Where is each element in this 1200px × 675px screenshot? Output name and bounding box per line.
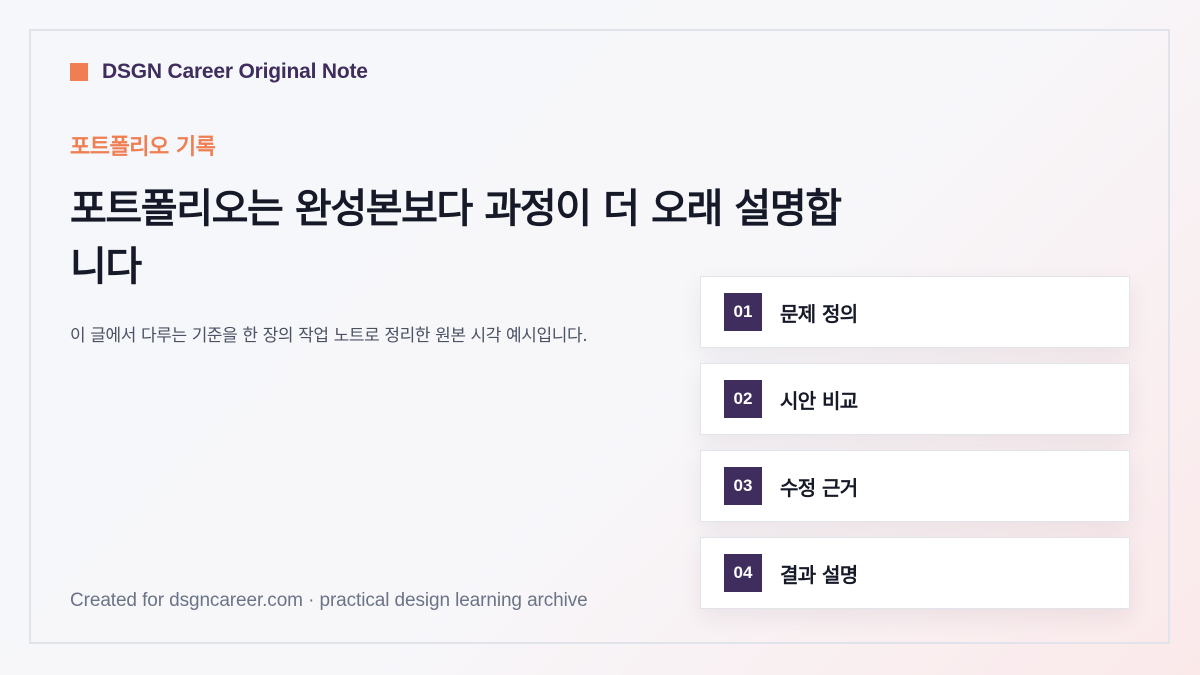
step-number-badge: 04	[724, 554, 762, 592]
description-text: 이 글에서 다루는 기준을 한 장의 작업 노트로 정리한 원본 시각 예시입니…	[70, 326, 588, 346]
footer-credit: Created for dsgncareer.com · practical d…	[70, 590, 588, 611]
step-item-3: 03 수정 근거	[700, 450, 1130, 522]
steps-list: 01 문제 정의 02 시안 비교 03 수정 근거 04 결과 설명	[700, 276, 1130, 624]
step-item-2: 02 시안 비교	[700, 363, 1130, 435]
category-label: 포트폴리오 기록	[70, 135, 216, 160]
step-item-1: 01 문제 정의	[700, 276, 1130, 348]
step-label: 시안 비교	[780, 388, 858, 413]
step-label: 결과 설명	[780, 562, 858, 587]
brand-name: DSGN Career Original Note	[102, 60, 368, 83]
step-label: 수정 근거	[780, 475, 858, 500]
brand-header: DSGN Career Original Note	[70, 58, 368, 86]
step-number-badge: 02	[724, 380, 762, 418]
step-label: 문제 정의	[780, 301, 858, 326]
step-item-4: 04 결과 설명	[700, 537, 1130, 609]
step-number-badge: 03	[724, 467, 762, 505]
brand-square-icon	[70, 63, 88, 81]
step-number-badge: 01	[724, 293, 762, 331]
